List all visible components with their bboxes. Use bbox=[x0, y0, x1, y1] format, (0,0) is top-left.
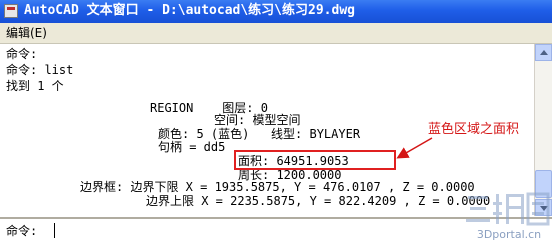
history-line: 边界上限 X = 2235.5875, Y = 822.4209 , Z = 0… bbox=[146, 194, 491, 208]
menu-edit[interactable]: 编辑(E) bbox=[6, 25, 47, 41]
command-line[interactable]: 命令: bbox=[0, 217, 552, 246]
area-highlight-box bbox=[234, 150, 396, 170]
vertical-scrollbar[interactable] bbox=[535, 44, 552, 216]
scroll-down-arrow-icon[interactable] bbox=[535, 199, 552, 216]
history-line: 命令: list bbox=[6, 63, 74, 77]
history-line: 空间: 模型空间 bbox=[214, 113, 301, 127]
autocad-app-icon[interactable] bbox=[4, 4, 18, 18]
scroll-up-arrow-icon[interactable] bbox=[535, 44, 552, 61]
autocad-text-window: AutoCAD 文本窗口 - D:\autocad\练习\练习29.dwg 编辑… bbox=[0, 0, 552, 246]
window-title: AutoCAD 文本窗口 - D:\autocad\练习\练习29.dwg bbox=[24, 3, 355, 18]
scroll-thumb[interactable] bbox=[535, 170, 552, 198]
history-line: 颜色: 5 (蓝色) 线型: BYLAYER bbox=[158, 127, 361, 141]
text-caret bbox=[54, 223, 55, 238]
command-prompt: 命令: bbox=[6, 224, 38, 238]
history-line: 找到 1 个 bbox=[6, 79, 64, 93]
menu-bar: 编辑(E) bbox=[0, 23, 552, 44]
annotation-label: 蓝色区域之面积 bbox=[428, 122, 520, 137]
history-line: 命令: bbox=[6, 47, 38, 61]
history-line: 句柄 = dd5 bbox=[158, 140, 226, 154]
title-bar[interactable]: AutoCAD 文本窗口 - D:\autocad\练习\练习29.dwg bbox=[0, 0, 552, 23]
history-line: 边界框: 边界下限 X = 1935.5875, Y = 476.0107 , … bbox=[80, 180, 475, 194]
